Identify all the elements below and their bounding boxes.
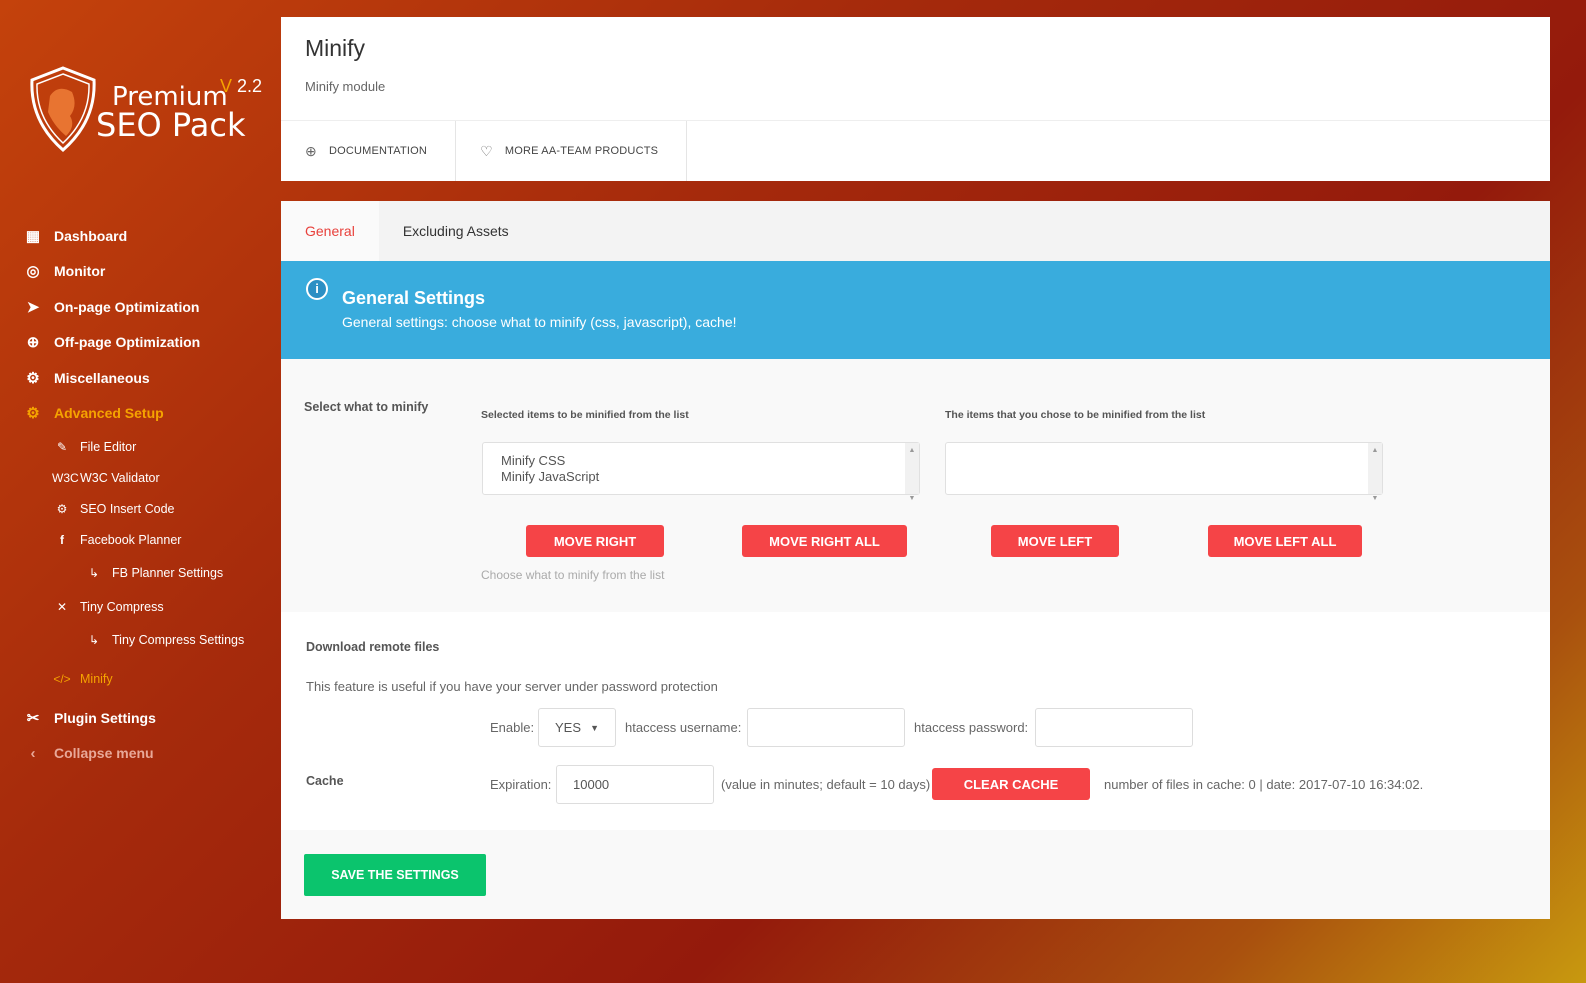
nav-file-editor[interactable]: ✎ File Editor bbox=[0, 431, 280, 462]
selected-items-list[interactable]: ▲ ▼ bbox=[945, 442, 1383, 502]
brand-line2: SEO Pack bbox=[96, 106, 246, 144]
compress-icon: ✕ bbox=[56, 599, 68, 614]
header-card: Minify Minify module ⊕ DOCUMENTATION ♡ MOR… bbox=[281, 17, 1550, 181]
collapse-menu[interactable]: ‹ Collapse menu bbox=[0, 736, 280, 772]
eye-icon: ◎ bbox=[26, 263, 40, 281]
settings-card: General Excluding Assets i General Setti… bbox=[281, 201, 1550, 919]
nav-minify[interactable]: </> Minify bbox=[0, 658, 280, 700]
move-left-button[interactable]: MOVE LEFT bbox=[991, 525, 1119, 557]
version: V 2.2 bbox=[220, 76, 263, 96]
facebook-icon: f bbox=[60, 532, 64, 547]
paper-plane-icon: ➤ bbox=[26, 298, 40, 316]
cache-label: Cache bbox=[306, 774, 344, 788]
scrollbar[interactable]: ▲ ▼ bbox=[905, 443, 919, 502]
gear-icon: ⚙ bbox=[56, 501, 68, 516]
dropdown-arrow-icon: ▼ bbox=[590, 722, 599, 733]
banner-title: General Settings bbox=[342, 288, 486, 308]
cogs-icon: ⚙ bbox=[26, 405, 40, 423]
sidebar-nav: ▦ Dashboard ◎ Monitor ➤ On-page Optimizatio… bbox=[0, 218, 280, 771]
brand-logo: Premium SEO Pack V 2.2 bbox=[28, 66, 268, 156]
nav-fb-planner-settings[interactable]: ↳ FB Planner Settings bbox=[0, 555, 280, 591]
available-items-list[interactable]: Minify CSS Minify JavaScript ▲ ▼ bbox=[482, 442, 920, 502]
move-right-all-button[interactable]: MOVE RIGHT ALL bbox=[742, 525, 907, 557]
globe-icon: ⊕ bbox=[26, 334, 40, 352]
nav-monitor[interactable]: ◎ Monitor bbox=[0, 254, 280, 290]
heart-icon: ♡ bbox=[480, 142, 493, 159]
nav-dashboard[interactable]: ▦ Dashboard bbox=[0, 218, 280, 254]
htaccess-username-input[interactable] bbox=[747, 708, 905, 747]
move-left-all-button[interactable]: MOVE LEFT ALL bbox=[1208, 525, 1362, 557]
nav-plugin-settings[interactable]: ✂ Plugin Settings bbox=[0, 700, 280, 736]
username-label: htaccess username: bbox=[625, 720, 742, 735]
banner-text: General settings: choose what to minify … bbox=[342, 314, 737, 330]
list-item[interactable]: Minify CSS bbox=[501, 453, 901, 469]
expiration-input[interactable]: 10000 bbox=[556, 765, 714, 804]
nav-onpage[interactable]: ➤ On-page Optimization bbox=[0, 289, 280, 325]
w3c-icon: W3C bbox=[52, 470, 79, 485]
enable-select[interactable]: YES ▼ bbox=[538, 708, 616, 747]
documentation-link[interactable]: ⊕ DOCUMENTATION bbox=[281, 121, 457, 181]
nav-misc[interactable]: ⚙ Miscellaneous bbox=[0, 360, 280, 396]
info-banner: i General Settings General settings: cho… bbox=[281, 261, 1550, 359]
left-list-caption: Selected items to be minified from the l… bbox=[481, 409, 689, 421]
save-settings-button[interactable]: SAVE THE SETTINGS bbox=[304, 854, 486, 896]
clear-cache-button[interactable]: CLEAR CACHE bbox=[932, 768, 1090, 800]
gear-icon: ⚙ bbox=[26, 369, 40, 387]
nav-tiny-compress-settings[interactable]: ↳ Tiny Compress Settings bbox=[0, 622, 280, 658]
password-label: htaccess password: bbox=[914, 720, 1029, 735]
info-icon: i bbox=[306, 278, 328, 300]
move-right-button[interactable]: MOVE RIGHT bbox=[526, 525, 664, 557]
tab-general[interactable]: General bbox=[281, 201, 379, 261]
edit-icon: ✎ bbox=[56, 439, 68, 454]
page-subtitle: Minify module bbox=[305, 79, 386, 94]
nav-facebook-planner[interactable]: f Facebook Planner bbox=[0, 524, 280, 555]
minify-hint: Choose what to minify from the list bbox=[481, 568, 665, 582]
nav-offpage[interactable]: ⊕ Off-page Optimization bbox=[0, 325, 280, 361]
expiration-note: (value in minutes; default = 10 days) bbox=[721, 777, 931, 792]
minify-label: Select what to minify bbox=[304, 400, 429, 414]
arrow-return-icon: ↳ bbox=[88, 566, 100, 580]
htaccess-password-input[interactable] bbox=[1035, 708, 1193, 747]
chevron-left-icon: ‹ bbox=[30, 744, 36, 762]
remote-files-desc: This feature is useful if you have your … bbox=[306, 679, 718, 694]
list-item[interactable]: Minify JavaScript bbox=[501, 469, 901, 485]
remote-files-label: Download remote files bbox=[306, 640, 440, 654]
nav-advanced-setup[interactable]: ⚙ Advanced Setup bbox=[0, 396, 280, 432]
right-list-caption: The items that you chose to be minified … bbox=[945, 409, 1206, 421]
shield-logo-icon bbox=[30, 66, 96, 152]
dashboard-icon: ▦ bbox=[25, 227, 41, 245]
page-title: Minify bbox=[305, 35, 366, 61]
scrollbar[interactable]: ▲ ▼ bbox=[1368, 443, 1382, 502]
more-products-link[interactable]: ♡ MORE AA-TEAM PRODUCTS bbox=[456, 121, 688, 181]
code-icon: </> bbox=[53, 672, 71, 686]
nav-seo-insert-code[interactable]: ⚙ SEO Insert Code bbox=[0, 493, 280, 524]
tab-excluding-assets[interactable]: Excluding Assets bbox=[379, 201, 533, 261]
nav-tiny-compress[interactable]: ✕ Tiny Compress bbox=[0, 591, 280, 622]
arrow-return-icon: ↳ bbox=[88, 633, 100, 647]
lifebuoy-icon: ⊕ bbox=[305, 142, 317, 159]
expiration-label: Expiration: bbox=[490, 777, 552, 792]
tools-icon: ✂ bbox=[26, 709, 40, 727]
cache-status: number of files in cache: 0 | date: 2017… bbox=[1104, 777, 1424, 792]
nav-w3c[interactable]: W3C W3C Validator bbox=[0, 462, 280, 493]
enable-label: Enable: bbox=[490, 720, 535, 735]
